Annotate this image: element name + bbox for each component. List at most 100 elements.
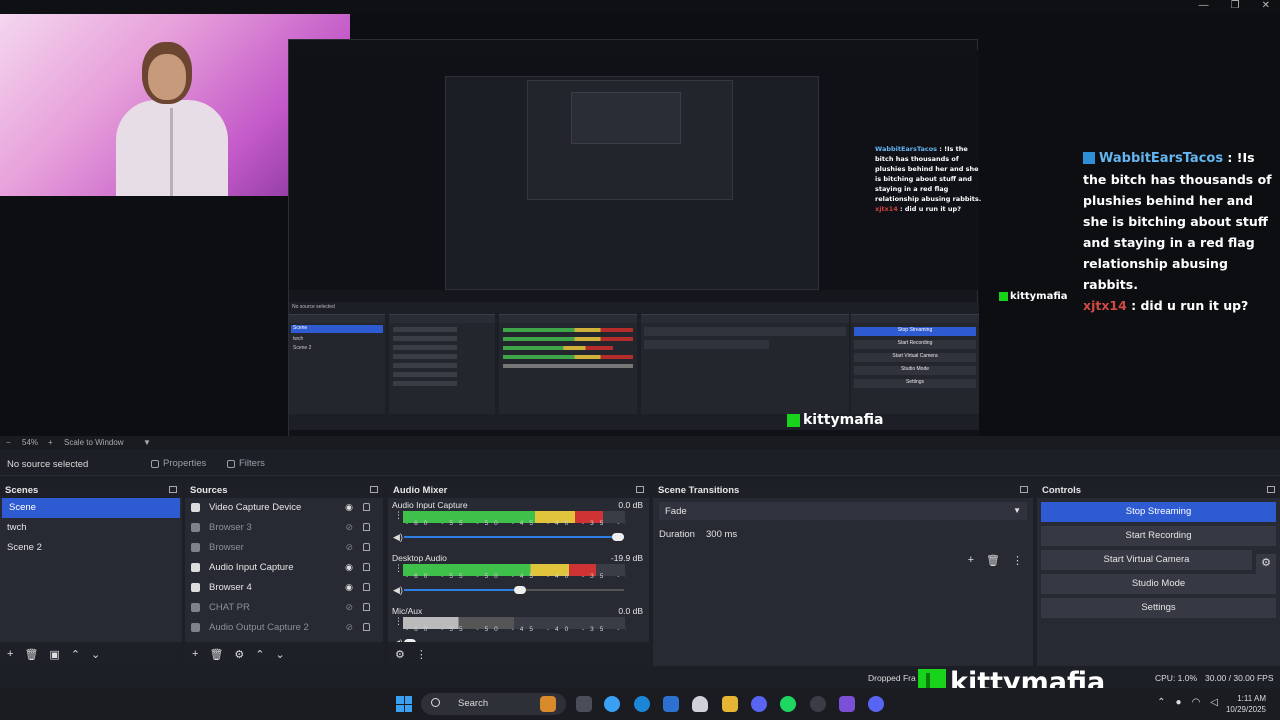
discord-icon[interactable] bbox=[868, 696, 884, 712]
channel-db: 0.0 dB bbox=[618, 606, 643, 616]
more-options-icon[interactable]: ⋮ bbox=[416, 648, 427, 661]
channel-name: Mic/Aux bbox=[392, 606, 423, 616]
eye-off-icon[interactable]: ⊘ bbox=[345, 542, 353, 553]
cpu-usage: CPU: 1.0% bbox=[1155, 673, 1198, 683]
app-icon[interactable] bbox=[692, 696, 708, 712]
volume-slider[interactable] bbox=[404, 586, 624, 594]
zoom-out-button[interactable]: − bbox=[6, 438, 11, 447]
scale-mode-select[interactable]: Scale to Window bbox=[64, 438, 124, 447]
eye-icon[interactable]: ◉ bbox=[345, 502, 353, 513]
volume-slider[interactable] bbox=[404, 533, 624, 541]
minimize-button[interactable]: — bbox=[1199, 0, 1209, 11]
properties-button[interactable]: Properties bbox=[151, 458, 206, 469]
trash-icon[interactable]: 🗑 bbox=[24, 648, 38, 661]
wifi-icon[interactable]: ◠ bbox=[1192, 697, 1201, 708]
speaker-icon[interactable]: ◁ bbox=[1210, 697, 1218, 708]
move-up-icon[interactable]: ⌃ bbox=[71, 648, 80, 661]
eye-off-icon[interactable]: ⊘ bbox=[345, 622, 353, 633]
edge-icon[interactable] bbox=[634, 696, 650, 712]
add-icon[interactable]: + bbox=[7, 648, 13, 660]
title-bar: — ❐ ✕ bbox=[0, 0, 1280, 14]
windows-start-icon[interactable] bbox=[396, 696, 412, 712]
source-item[interactable]: Audio Input Capture ◉ bbox=[185, 558, 383, 578]
transition-select[interactable]: Fade ▼ bbox=[659, 502, 1027, 520]
scene-item[interactable]: twch bbox=[0, 518, 182, 538]
zoom-level: 54% bbox=[22, 438, 39, 447]
eye-off-icon[interactable]: ⊘ bbox=[345, 522, 353, 533]
stop-streaming-button[interactable]: Stop Streaming bbox=[1041, 502, 1276, 522]
copilot-icon[interactable] bbox=[604, 696, 620, 712]
source-item[interactable]: CHAT PR ⊘ bbox=[185, 598, 383, 618]
discord-icon[interactable] bbox=[751, 696, 767, 712]
move-down-icon[interactable]: ⌄ bbox=[91, 648, 100, 661]
eye-icon[interactable]: ◉ bbox=[345, 562, 353, 573]
scale-dropdown-icon[interactable]: ▼ bbox=[143, 438, 151, 447]
maximize-button[interactable]: ❐ bbox=[1231, 0, 1240, 11]
obs-icon[interactable] bbox=[810, 696, 826, 712]
clock[interactable]: 1:11 AM 10/29/2025 bbox=[1226, 693, 1266, 715]
settings-button[interactable]: Settings bbox=[1041, 598, 1276, 618]
gear-icon[interactable]: ⚙ bbox=[234, 648, 244, 661]
lock-icon[interactable] bbox=[363, 543, 370, 551]
mixer-channel: Desktop Audio -19.9 dB ⋮ -60 -55 -50 -45 -4… bbox=[388, 551, 649, 604]
microphone-icon[interactable]: ● bbox=[1176, 697, 1182, 708]
undock-icon[interactable] bbox=[1020, 486, 1028, 493]
start-recording-button[interactable]: Start Recording bbox=[1041, 526, 1276, 546]
app-icon[interactable] bbox=[839, 696, 855, 712]
volume-knob[interactable] bbox=[612, 533, 624, 541]
speaker-icon[interactable]: ◀) bbox=[393, 532, 403, 543]
filter-icon[interactable]: ▣ bbox=[49, 648, 59, 661]
undock-icon[interactable] bbox=[370, 486, 378, 493]
trash-icon[interactable]: 🗑 bbox=[209, 648, 223, 661]
undock-icon[interactable] bbox=[1267, 486, 1275, 493]
lock-icon[interactable] bbox=[363, 603, 370, 611]
add-icon[interactable]: + bbox=[192, 648, 198, 660]
more-options-icon[interactable]: ⋮ bbox=[394, 617, 403, 626]
task-view-icon[interactable] bbox=[576, 696, 592, 712]
trash-icon[interactable]: 🗑 bbox=[986, 554, 1000, 567]
program-preview[interactable]: WabbitEarsTacos : !Is the bitch has thou… bbox=[0, 14, 1280, 436]
file-explorer-icon[interactable] bbox=[722, 696, 738, 712]
dock-title: Scene Transitions bbox=[653, 482, 1033, 498]
eye-icon[interactable]: ◉ bbox=[345, 582, 353, 593]
scene-item[interactable]: Scene bbox=[2, 498, 180, 518]
streamer-figure bbox=[108, 34, 238, 196]
tray-overflow-icon[interactable]: ⌃ bbox=[1157, 697, 1165, 708]
more-options-icon[interactable]: ⋮ bbox=[394, 564, 403, 573]
fps-readout: 30.00 / 30.00 FPS bbox=[1205, 673, 1274, 683]
add-icon[interactable]: + bbox=[968, 554, 974, 567]
more-options-icon[interactable]: ⋮ bbox=[394, 511, 403, 520]
undock-icon[interactable] bbox=[169, 486, 177, 493]
source-item[interactable]: Browser ⊘ bbox=[185, 538, 383, 558]
lock-icon[interactable] bbox=[363, 583, 370, 591]
eye-off-icon[interactable]: ⊘ bbox=[345, 602, 353, 613]
studio-mode-button[interactable]: Studio Mode bbox=[1041, 574, 1276, 594]
start-virtual-camera-button[interactable]: Start Virtual Camera bbox=[1041, 550, 1252, 570]
chat-overlay: WabbitEarsTacos : !Is the bitch has thou… bbox=[1083, 147, 1279, 316]
volume-knob[interactable] bbox=[514, 586, 527, 594]
spotify-icon[interactable] bbox=[780, 696, 796, 712]
zoom-in-button[interactable]: + bbox=[48, 438, 53, 447]
duration-input[interactable]: 300 ms bbox=[700, 525, 1030, 543]
source-item[interactable]: Browser 4 ◉ bbox=[185, 578, 383, 598]
source-item[interactable]: Browser 3 ⊘ bbox=[185, 518, 383, 538]
undock-icon[interactable] bbox=[636, 486, 644, 493]
move-down-icon[interactable]: ⌄ bbox=[276, 648, 285, 661]
source-item[interactable]: Video Capture Device ◉ bbox=[185, 498, 383, 518]
close-button[interactable]: ✕ bbox=[1262, 0, 1270, 11]
lock-icon[interactable] bbox=[363, 623, 370, 631]
lock-icon[interactable] bbox=[363, 523, 370, 531]
widgets-icon[interactable] bbox=[540, 696, 556, 712]
lock-icon[interactable] bbox=[363, 503, 370, 511]
scene-item[interactable]: Scene 2 bbox=[0, 538, 182, 558]
speaker-icon[interactable]: ◀) bbox=[393, 585, 403, 596]
more-options-icon[interactable]: ⋮ bbox=[1012, 554, 1023, 567]
chat-username: xjtx14 bbox=[1083, 298, 1127, 313]
source-item[interactable]: Audio Output Capture 2 ⊘ bbox=[185, 618, 383, 638]
move-up-icon[interactable]: ⌃ bbox=[255, 648, 264, 661]
lock-icon[interactable] bbox=[363, 563, 370, 571]
virtual-camera-settings-icon[interactable]: ⚙ bbox=[1256, 554, 1276, 574]
filters-button[interactable]: Filters bbox=[227, 458, 265, 469]
store-icon[interactable] bbox=[663, 696, 679, 712]
gear-icon[interactable]: ⚙ bbox=[395, 648, 405, 661]
